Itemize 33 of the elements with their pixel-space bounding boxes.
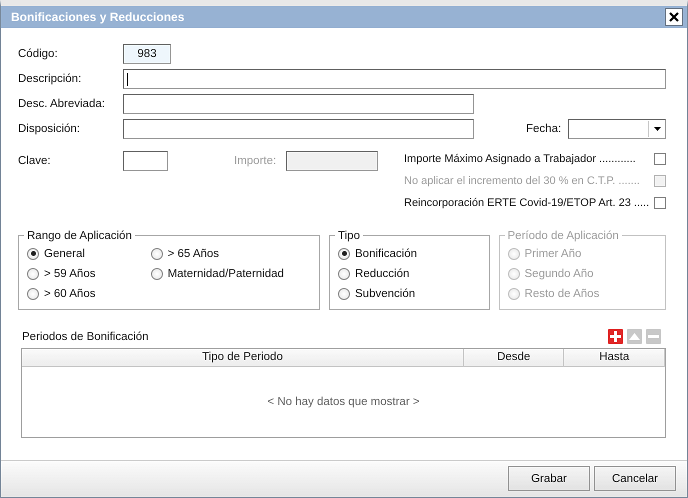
empty-message: < No hay datos que mostrar > [267,396,420,408]
field-label: Código: [18,48,59,60]
dialog-button[interactable]: Cancelar [594,466,676,492]
radio-label: Subvención [355,288,416,300]
column-header[interactable]: Tipo de Periodo [22,348,464,366]
radio-label: General [44,248,85,260]
radio-label: > 60 Años [44,288,96,300]
radio-label: Maternidad/Paternidad [168,268,284,280]
option-label: Importe Máximo Asignado a Trabajador ............ [404,152,636,165]
column-header[interactable]: Desde [464,348,564,366]
code-field[interactable]: 983 [123,44,171,64]
field-label: Fecha: [526,123,562,136]
radio-label: > 65 Años [168,248,220,260]
window-title: Bonificaciones y Reducciones [11,10,184,24]
column-header[interactable]: Hasta [564,348,665,366]
radio-label: Primer Año [524,248,582,260]
field-label: Clave: [18,155,52,168]
field-label: Importe: [234,155,278,168]
group-title: Período de Aplicación [506,230,620,242]
field-label: Disposición: [18,123,81,136]
dialog-button[interactable]: Grabar [508,466,590,492]
field-label: Desc. Abreviada: [18,98,106,110]
group-title: Rango de Aplicación [26,230,133,242]
radio-label: Bonificación [355,248,418,260]
section-title: Periodos de Bonificación [22,330,149,343]
radio-label: Segundo Año [524,268,594,280]
group-title: Tipo [337,230,361,242]
radio-label: Reducción [355,268,410,280]
radio-label: Resto de Años [524,288,600,300]
option-label: No aplicar el incremento del 30 % en C.T.P. ....... [404,174,640,187]
option-label: Reincorporación ERTE Covid-19/ETOP Art. 23 ..... [404,196,650,209]
field-label: Descripción: [18,73,82,86]
radio-label: > 59 Años [44,268,96,280]
